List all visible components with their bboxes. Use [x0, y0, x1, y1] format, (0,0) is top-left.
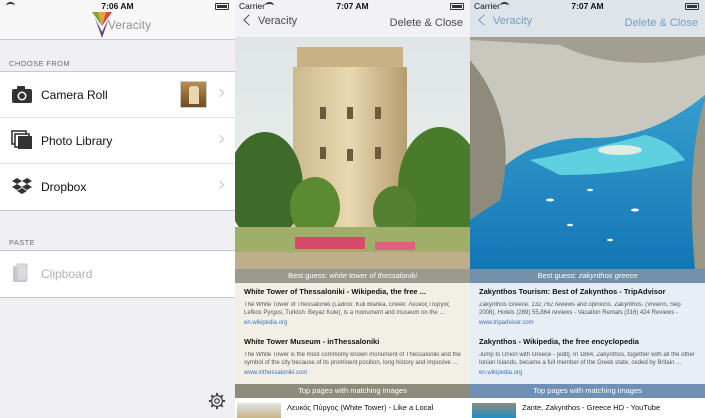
status-time: 7:07 AM — [571, 1, 604, 11]
photo-library-label: Photo Library — [41, 134, 113, 148]
dropbox-row[interactable]: Dropbox — [0, 164, 235, 210]
clipboard-label: Clipboard — [41, 267, 93, 281]
choose-from-list: Camera Roll Photo Library Dropbox — [0, 71, 235, 211]
app-title: Veracity — [108, 20, 152, 32]
page-thumbnail — [472, 403, 516, 418]
best-guess-text[interactable]: zakynthos greece — [579, 271, 638, 280]
best-guess-text[interactable]: white tower of thessaloniki — [329, 271, 417, 280]
status-time: 7:06 AM — [101, 1, 134, 11]
top-pages-header: Top pages with matching images — [470, 384, 705, 398]
back-button[interactable]: Veracity — [243, 14, 298, 27]
battery-icon — [450, 3, 464, 10]
best-guess-bar: Best guess: white tower of thessaloniki — [235, 269, 470, 283]
result-url[interactable]: en.wikipedia.org — [479, 370, 696, 376]
chevron-right-icon — [215, 180, 225, 190]
battery-icon — [215, 3, 229, 10]
best-guess-bar: Best guess: zakynthos greece — [470, 269, 705, 283]
search-results-list: Zakynthos Tourism: Best of Zakynthos - T… — [470, 283, 705, 384]
search-results-list: White Tower of Thessaloniki - Wikipedia,… — [235, 283, 470, 384]
result-url[interactable]: en.wikipedia.org — [244, 320, 461, 326]
results-screen-thessaloniki: Carrier 7:07 AM Veracity Delete & Close — [235, 0, 470, 418]
result-description: The White Tower of Thessaloniki (Ladino:… — [244, 302, 450, 316]
clipboard-row[interactable]: Clipboard — [0, 251, 235, 297]
status-time: 7:07 AM — [336, 1, 369, 11]
navigation-bar: Carrier 7:07 AM Veracity Delete & Close — [235, 0, 470, 37]
page-title: Zante, Zakynthos - Greece HD - YouTube — [522, 403, 661, 412]
result-title[interactable]: White Tower Museum - inThessaloniki — [244, 337, 461, 346]
chevron-left-icon — [478, 14, 490, 26]
page-title: Λευκός Πύργος (White Tower) - Like a Loc… — [287, 403, 434, 412]
latest-photo-thumbnail — [180, 81, 207, 108]
photo-library-row[interactable]: Photo Library — [0, 118, 235, 164]
delete-close-button[interactable]: Delete & Close — [625, 17, 698, 29]
navigation-bar: Carrier 7:07 AM Veracity Delete & Close — [470, 0, 705, 37]
dropbox-label: Dropbox — [41, 180, 87, 194]
searched-photo — [470, 0, 705, 269]
result-title[interactable]: Zakynthos Tourism: Best of Zakynthos - T… — [479, 287, 696, 296]
source-picker-screen: 7:06 AM Veracity CHOOSE FROM Camera Roll — [0, 0, 235, 418]
search-result-item[interactable]: Zakynthos Tourism: Best of Zakynthos - T… — [470, 283, 705, 333]
result-description: Zakynthos Greece. 132,762 reviews and op… — [479, 302, 681, 316]
back-button[interactable]: Veracity — [478, 14, 533, 27]
camera-roll-label: Camera Roll — [41, 88, 108, 102]
paste-header: PASTE — [9, 238, 36, 247]
dropbox-icon — [12, 178, 32, 194]
back-label: Veracity — [258, 15, 298, 27]
results-screen-zakynthos: Carrier 7:07 AM Veracity Delete & Close … — [470, 0, 705, 418]
navigation-bar: 7:06 AM Veracity — [0, 0, 235, 40]
camera-roll-row[interactable]: Camera Roll — [0, 72, 235, 118]
delete-close-button[interactable]: Delete & Close — [390, 17, 463, 29]
status-bar: Carrier 7:07 AM — [235, 0, 470, 12]
search-result-item[interactable]: White Tower of Thessaloniki - Wikipedia,… — [235, 283, 470, 333]
search-result-item[interactable]: Zakynthos - Wikipedia, the free encyclop… — [470, 333, 705, 383]
result-title[interactable]: Zakynthos - Wikipedia, the free encyclop… — [479, 337, 696, 346]
matching-page-item[interactable]: Λευκός Πύργος (White Tower) - Like a Loc… — [235, 398, 470, 418]
result-url[interactable]: www.inthessaloniki.com — [244, 370, 461, 376]
status-bar: Carrier 7:07 AM — [470, 0, 705, 12]
search-result-item[interactable]: White Tower Museum - inThessaloniki The … — [235, 333, 470, 383]
best-guess-prefix: Best guess: — [288, 271, 330, 280]
result-url[interactable]: www.tripadvisor.com — [479, 320, 696, 326]
clipboard-icon — [13, 263, 28, 282]
matching-page-item[interactable]: Zante, Zakynthos - Greece HD - YouTube — [470, 398, 705, 418]
paste-list: Clipboard — [0, 250, 235, 298]
gear-icon[interactable] — [208, 392, 226, 410]
chevron-left-icon — [243, 14, 255, 26]
chevron-right-icon — [215, 88, 225, 98]
photo-library-icon — [11, 130, 32, 149]
back-label: Veracity — [493, 15, 533, 27]
result-description: The White Tower is the most commonly kno… — [244, 352, 461, 366]
top-pages-header: Top pages with matching images — [235, 384, 470, 398]
camera-icon — [12, 86, 32, 103]
chevron-right-icon — [215, 134, 225, 144]
best-guess-prefix: Best guess: — [537, 271, 579, 280]
page-thumbnail — [237, 403, 281, 418]
result-description: Jump to Union with Greece - [edit]. In 1… — [479, 352, 695, 366]
result-title[interactable]: White Tower of Thessaloniki - Wikipedia,… — [244, 287, 461, 296]
searched-photo — [235, 37, 470, 269]
battery-icon — [685, 3, 699, 10]
choose-from-header: CHOOSE FROM — [9, 59, 71, 68]
status-bar: 7:06 AM — [0, 0, 235, 12]
